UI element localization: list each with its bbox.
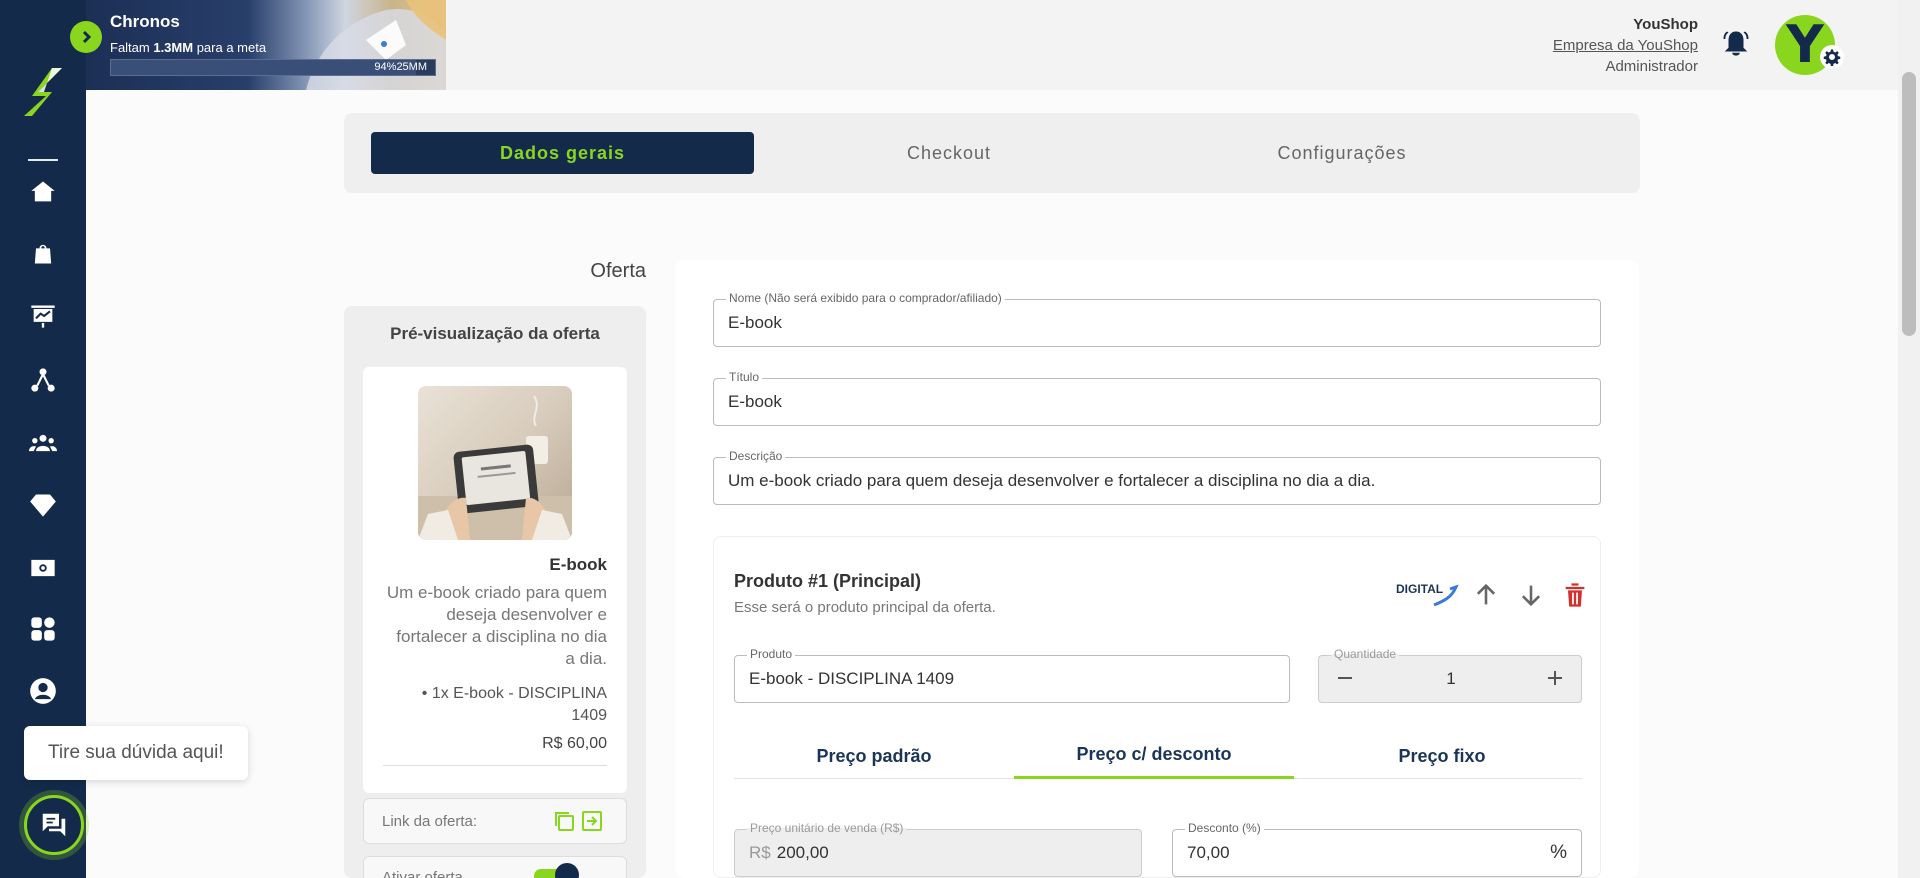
chevron-right-icon bbox=[82, 30, 92, 44]
goal-progress-text: 94%25MM bbox=[374, 61, 427, 73]
tab-preco-fixo[interactable]: Preço fixo bbox=[1302, 733, 1582, 779]
user-role: Administrador bbox=[1605, 58, 1698, 75]
tab-checkout[interactable]: Checkout bbox=[754, 132, 1144, 174]
settings-gear-icon[interactable] bbox=[1820, 45, 1844, 69]
offer-link-label: Link da oferta: bbox=[382, 813, 478, 830]
quantity-value: 1 bbox=[1446, 669, 1456, 688]
quantity-field-label: Quantidade bbox=[1331, 647, 1400, 661]
product-card: Produto #1 (Principal) Esse será o produ… bbox=[713, 536, 1601, 878]
chat-button[interactable] bbox=[24, 795, 84, 855]
goal-banner: Chronos Faltam 1.3MM para a meta 94%25MM bbox=[86, 0, 446, 90]
company-link[interactable]: Empresa da YouShop bbox=[1553, 35, 1698, 56]
sidebar-divider bbox=[28, 159, 58, 161]
description-field[interactable]: Descrição Um e-book criado para quem des… bbox=[713, 449, 1601, 505]
shopping-bag-icon[interactable] bbox=[27, 237, 59, 269]
description-field-value[interactable]: Um e-book criado para quem deseja desenv… bbox=[728, 471, 1375, 491]
quantity-stepper: Quantidade 1 bbox=[1318, 647, 1582, 703]
goal-progress-fill bbox=[111, 60, 416, 75]
banner-title: Chronos bbox=[110, 12, 180, 31]
preview-divider bbox=[383, 765, 607, 766]
banner-subtitle-amount: 1.3MM bbox=[153, 40, 194, 55]
section-title: Oferta bbox=[590, 260, 646, 282]
notifications-bell-icon[interactable] bbox=[1721, 29, 1751, 59]
tab-preco-padrao[interactable]: Preço padrão bbox=[734, 733, 1014, 779]
product-image bbox=[418, 386, 572, 540]
user-circle-icon[interactable] bbox=[27, 675, 59, 707]
tab-preco-desconto[interactable]: Preço c/ desconto bbox=[1014, 733, 1294, 779]
sidebar-expand-button[interactable] bbox=[70, 21, 102, 53]
percent-suffix: % bbox=[1550, 842, 1567, 863]
plus-icon[interactable] bbox=[1545, 668, 1565, 688]
apps-grid-icon[interactable] bbox=[27, 613, 59, 645]
unit-price-value: 200,00 bbox=[776, 843, 829, 862]
title-field[interactable]: Título E-book bbox=[713, 370, 1601, 426]
digital-badge-text: DIGITAL bbox=[1396, 582, 1443, 596]
title-field-label: Título bbox=[726, 370, 763, 384]
chat-icon bbox=[42, 813, 66, 837]
tab-configuracoes[interactable]: Configurações bbox=[1144, 132, 1540, 174]
users-group-icon[interactable] bbox=[27, 427, 59, 459]
discount-value[interactable]: 70,00 bbox=[1187, 843, 1230, 863]
preview-product-name: E-book bbox=[549, 555, 607, 574]
name-field-label: Nome (Não será exibido para o comprador/… bbox=[726, 291, 1005, 305]
help-tooltip[interactable]: Tire sua dúvida aqui! bbox=[24, 726, 248, 780]
home-icon[interactable] bbox=[27, 176, 59, 208]
goal-progress-bar: 94%25MM bbox=[110, 59, 436, 76]
banner-subtitle-suffix: para a meta bbox=[193, 40, 267, 55]
banner-artwork bbox=[306, 0, 446, 90]
offer-tabs: Dados gerais Checkout Configurações bbox=[344, 113, 1640, 193]
banner-subtitle-prefix: Faltam bbox=[110, 40, 154, 55]
title-field-value[interactable]: E-book bbox=[728, 392, 782, 412]
discount-label: Desconto (%) bbox=[1185, 821, 1264, 835]
diamond-icon[interactable] bbox=[27, 489, 59, 521]
open-link-icon[interactable] bbox=[580, 809, 604, 833]
description-field-label: Descrição bbox=[726, 449, 786, 463]
product-select-field[interactable]: Produto E-book - DISCIPLINA 1409 bbox=[734, 647, 1290, 703]
product-subtitle: Esse será o produto principal da oferta. bbox=[734, 599, 996, 616]
banner-subtitle: Faltam 1.3MM para a meta bbox=[110, 40, 266, 55]
app-logo[interactable] bbox=[22, 66, 64, 118]
offer-active-toggle-knob[interactable] bbox=[555, 863, 579, 878]
unit-price-field: Preço unitário de venda (R$) R$ 200,00 bbox=[734, 821, 1142, 877]
preview-title: Pré-visualização da oferta bbox=[390, 324, 600, 343]
page-scrollbar-thumb[interactable] bbox=[1902, 72, 1916, 336]
discount-field[interactable]: Desconto (%) 70,00 % bbox=[1172, 821, 1582, 877]
offer-link-box: Link da oferta: bbox=[363, 798, 627, 844]
product-field-value[interactable]: E-book - DISCIPLINA 1409 bbox=[749, 669, 954, 689]
delete-trash-icon[interactable] bbox=[1561, 581, 1589, 609]
preview-description: Um e-book criado para quem deseja desenv… bbox=[386, 583, 607, 668]
copy-icon[interactable] bbox=[552, 809, 576, 833]
preview-price: R$ 60,00 bbox=[542, 735, 607, 752]
unit-price-value-wrap: R$ 200,00 bbox=[749, 843, 829, 863]
name-field-value[interactable]: E-book bbox=[728, 313, 782, 333]
presentation-chart-icon[interactable] bbox=[27, 300, 59, 332]
user-name: YouShop bbox=[1633, 16, 1698, 33]
user-info: YouShop Empresa da YouShop Administrador bbox=[1553, 14, 1698, 77]
unit-price-label: Preço unitário de venda (R$) bbox=[747, 821, 907, 835]
move-up-icon[interactable] bbox=[1472, 581, 1500, 609]
offer-active-box: Ativar oferta bbox=[363, 856, 627, 878]
offer-active-label: Ativar oferta bbox=[382, 869, 463, 878]
offer-preview: Pré-visualização da oferta E-book Um e-b… bbox=[344, 306, 646, 878]
preview-card: E-book Um e-book criado para quem deseja… bbox=[363, 367, 627, 793]
product-title: Produto #1 (Principal) bbox=[734, 571, 922, 591]
product-field-label: Produto bbox=[747, 647, 796, 661]
network-icon[interactable] bbox=[27, 364, 59, 396]
digital-badge-icon: DIGITAL bbox=[1396, 582, 1459, 607]
money-icon[interactable] bbox=[27, 552, 59, 584]
price-tabs: Preço padrão Preço c/ desconto Preço fix… bbox=[734, 733, 1582, 779]
move-down-icon[interactable] bbox=[1517, 581, 1545, 609]
preview-item: • 1x E-book - DISCIPLINA 1409 bbox=[421, 685, 607, 724]
name-field[interactable]: Nome (Não será exibido para o comprador/… bbox=[713, 291, 1601, 347]
currency-prefix: R$ bbox=[749, 843, 771, 862]
tab-dados-gerais[interactable]: Dados gerais bbox=[371, 132, 754, 174]
